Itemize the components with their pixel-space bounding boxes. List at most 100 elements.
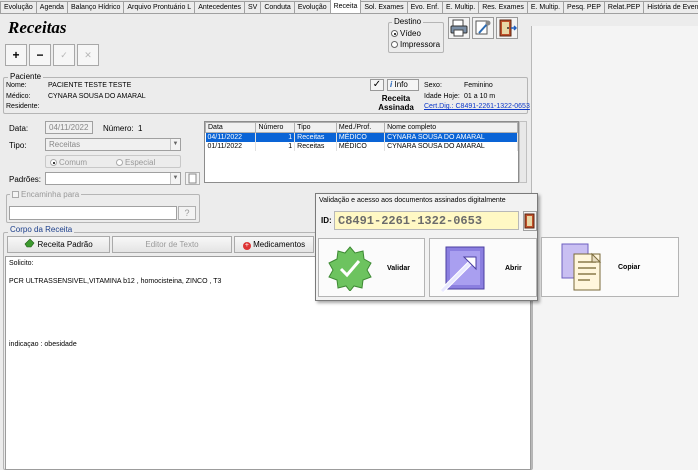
checkbox-icon	[12, 191, 19, 198]
table-cell: CYNARA SOUSA DO AMARAL	[384, 132, 518, 142]
add-button[interactable]: +	[5, 44, 27, 66]
table-cell: 1	[255, 141, 296, 151]
padroes-save-button[interactable]	[185, 172, 200, 185]
copiar-button[interactable]: Copiar	[541, 237, 679, 297]
tab-3[interactable]: Arquivo Prontuário L	[123, 1, 196, 13]
column-header[interactable]: Med./Prof.	[335, 122, 386, 133]
tab-8[interactable]: Receita	[329, 0, 362, 13]
info-label: Info	[394, 80, 408, 89]
tab-16[interactable]: História de Eventos	[643, 1, 698, 13]
tipo-select[interactable]: Receitas ▼	[45, 138, 181, 151]
checkmark-badge-icon	[328, 246, 372, 291]
tab-11[interactable]: E. Multip.	[442, 1, 480, 13]
abrir-button[interactable]: Abrir	[429, 238, 537, 297]
receita-assinada-line1: Receita	[381, 94, 411, 103]
history-scrollbar[interactable]	[519, 121, 527, 183]
numero-value: 1	[138, 124, 143, 133]
medico-value: CYNARA SOUSA DO AMARAL	[48, 93, 146, 100]
table-cell: MÉDICO	[336, 141, 386, 151]
receita-padrao-label: Receita Padrão	[37, 240, 93, 249]
column-header[interactable]: Número	[255, 122, 296, 133]
validar-button[interactable]: Validar	[318, 238, 425, 297]
radio-selected-icon	[391, 30, 398, 37]
table-cell: 1	[255, 132, 296, 142]
dialog-exit-button[interactable]	[523, 211, 537, 231]
validar-label: Validar	[387, 265, 410, 272]
idade-value: 01 a 10 m	[464, 93, 496, 100]
cert-dig-link[interactable]: Cert.Dig.: C8491-2261-1322-0653	[424, 103, 530, 110]
tab-9[interactable]: Sol. Exames	[360, 1, 408, 13]
text-line: Solicito:	[9, 260, 34, 267]
abrir-label: Abrir	[505, 265, 522, 272]
info-icon: i	[390, 80, 393, 89]
nome-value: PACIENTE TESTE TESTE	[48, 82, 132, 89]
residente-label: Residente:	[6, 103, 40, 110]
destino-video-label: Vídeo	[400, 29, 421, 38]
tab-14[interactable]: Pesq. PEP	[563, 1, 605, 13]
data-field[interactable]: 04/11/2022	[45, 121, 93, 134]
confirm-button[interactable]: ✓	[53, 44, 75, 66]
table-cell: MÉDICO	[336, 132, 386, 142]
comum-option[interactable]: Comum	[50, 158, 87, 167]
history-table[interactable]: Data Número Tipo Med./Prof. Nome completo 04…	[204, 121, 519, 183]
encaminha-field[interactable]	[9, 206, 177, 220]
receita-assinada-line2: Assinada	[378, 103, 414, 112]
print-button[interactable]	[448, 17, 470, 39]
tab-6[interactable]: Conduta	[260, 1, 295, 13]
text-line: indicaçao : obesidade	[9, 341, 77, 348]
id-field[interactable]: C8491-2261-1322-0653	[334, 211, 519, 230]
dialog-title: Validação e acesso aos documentos assina…	[319, 197, 506, 204]
check-button[interactable]: ✓	[370, 79, 384, 91]
column-header[interactable]: Tipo	[294, 122, 337, 133]
hand-pointer-icon	[24, 238, 35, 248]
tipo-label: Tipo:	[9, 141, 27, 150]
sexo-label: Sexo:	[424, 82, 442, 89]
tab-15[interactable]: Relat.PEP	[603, 1, 645, 13]
padroes-select[interactable]: ▼	[45, 172, 181, 185]
page-title: Receitas	[8, 18, 67, 37]
table-cell: Receitas	[294, 141, 337, 151]
exit-button[interactable]	[496, 17, 518, 39]
table-row[interactable]: 04/11/2022 1 Receitas MÉDICO CYNARA SOUSA DO…	[205, 132, 518, 142]
chevron-down-icon: ▼	[170, 173, 180, 184]
exit-door-icon	[524, 213, 535, 229]
copiar-label: Copiar	[618, 264, 641, 271]
tab-0[interactable]: Evolução	[0, 1, 37, 13]
text-line: PCR ULTRASSENSIVEL,VITAMINA b12 , homoci…	[9, 278, 222, 285]
tipo-value: Receitas	[49, 140, 81, 149]
tab-4[interactable]: Antecedentes	[194, 1, 245, 13]
column-header[interactable]: Data	[205, 122, 257, 133]
tab-13[interactable]: E. Multip.	[526, 1, 565, 13]
tools-button[interactable]	[472, 17, 494, 39]
medicamentos-label: Medicamentos	[253, 240, 306, 249]
tab-bar: Evolução Agenda Balanço Hídrico Arquivo Pro…	[0, 0, 698, 14]
info-button[interactable]: i Info	[387, 79, 419, 91]
tools-icon	[475, 20, 491, 35]
editor-texto-button[interactable]: Editor de Texto	[112, 236, 232, 253]
cancel-button[interactable]: ✕	[77, 44, 99, 66]
column-header[interactable]: Nome completo	[384, 122, 518, 133]
encaminha-option[interactable]: Encaminha para	[10, 190, 82, 199]
tab-7[interactable]: Evolução	[293, 1, 331, 13]
numero-label: Número:	[103, 124, 134, 133]
corpo-legend: Corpo da Receita	[8, 225, 75, 234]
receita-padrao-button[interactable]: Receita Padrão	[7, 236, 110, 253]
table-cell: CYNARA SOUSA DO AMARAL	[384, 141, 518, 151]
encaminha-help-button[interactable]: ?	[178, 206, 196, 220]
paciente-legend: Paciente	[8, 72, 44, 81]
destino-impressora-option[interactable]: Impressora	[391, 40, 440, 49]
tab-5[interactable]: SV	[244, 1, 262, 13]
receita-assinada-label: Receita Assinada	[376, 94, 416, 112]
table-row[interactable]: 01/11/2022 1 Receitas MÉDICO CYNARA SOUSA DO…	[205, 141, 518, 151]
destino-video-option[interactable]: Vídeo	[391, 29, 421, 38]
tab-10[interactable]: Evo. Enf.	[406, 1, 444, 13]
radio-icon	[116, 159, 123, 166]
medicamentos-button[interactable]: + Medicamentos	[234, 236, 314, 253]
tab-12[interactable]: Res. Exames	[478, 1, 528, 13]
tab-2[interactable]: Balanço Hídrico	[66, 1, 125, 13]
encaminha-label: Encaminha para	[21, 190, 80, 199]
remove-button[interactable]: −	[29, 44, 51, 66]
tab-1[interactable]: Agenda	[35, 1, 68, 13]
especial-option[interactable]: Especial	[116, 158, 155, 167]
validation-dialog: Validação e acesso aos documentos assina…	[315, 193, 538, 301]
